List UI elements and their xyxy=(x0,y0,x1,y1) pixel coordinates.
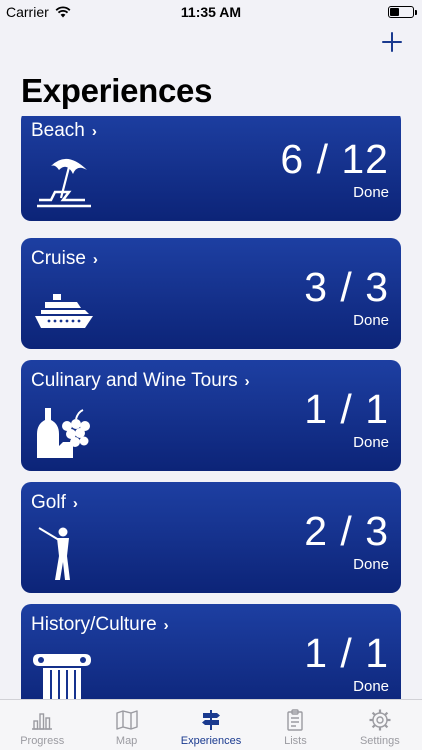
card-title: Cruise › xyxy=(31,248,98,270)
progress-count: 6 / 12 xyxy=(280,136,389,182)
tab-label: Lists xyxy=(284,735,307,747)
progress-count: 3 / 3 xyxy=(304,264,389,310)
battery-icon xyxy=(388,6,417,18)
card-title-label: History/Culture xyxy=(31,614,157,635)
tab-settings[interactable]: Settings xyxy=(338,700,422,750)
cruise-ship-icon xyxy=(35,294,93,328)
status-bar: Carrier 11:35 AM xyxy=(0,0,422,24)
chevron-right-icon: › xyxy=(163,616,169,634)
carrier-label: Carrier xyxy=(6,4,49,20)
signpost-icon xyxy=(202,710,221,730)
card-title: Culinary and Wine Tours › xyxy=(31,370,250,392)
status-label: Done xyxy=(353,184,389,201)
column-icon xyxy=(33,654,91,699)
tab-map[interactable]: Map xyxy=(84,700,168,750)
tab-experiences[interactable]: Experiences xyxy=(169,700,253,750)
golfer-icon xyxy=(38,527,70,580)
experience-card-golf[interactable]: Golf › 2 / 3 Done xyxy=(21,482,401,593)
status-label: Done xyxy=(353,434,389,451)
chevron-right-icon: › xyxy=(92,250,98,268)
gear-icon xyxy=(369,709,391,731)
tab-progress[interactable]: Progress xyxy=(0,700,84,750)
tab-label: Progress xyxy=(20,735,65,747)
chevron-right-icon: › xyxy=(91,122,97,140)
status-label: Done xyxy=(353,678,389,695)
tab-label: Map xyxy=(115,735,138,747)
tab-bar: Progress Map Experiences Lists Settings xyxy=(0,699,422,750)
progress-count: 2 / 3 xyxy=(304,508,389,554)
beach-umbrella-icon xyxy=(37,158,91,208)
status-label: Done xyxy=(353,312,389,329)
chevron-right-icon: › xyxy=(244,372,250,390)
card-title-label: Beach xyxy=(31,120,85,141)
progress-count: 1 / 1 xyxy=(304,630,389,676)
experience-list[interactable]: Beach › 6 / 12 Done Cruise › 3 / 3 Done … xyxy=(0,116,422,699)
experience-card-history[interactable]: History/Culture › 1 / 1 Done xyxy=(21,604,401,699)
card-title: History/Culture › xyxy=(31,614,169,636)
status-label: Done xyxy=(353,556,389,573)
experience-card-culinary[interactable]: Culinary and Wine Tours › 1 / 1 Done xyxy=(21,360,401,471)
experience-card-cruise[interactable]: Cruise › 3 / 3 Done xyxy=(21,238,401,349)
chevron-right-icon: › xyxy=(72,494,78,512)
map-icon xyxy=(115,710,138,730)
card-title: Beach › xyxy=(31,120,97,142)
progress-count: 1 / 1 xyxy=(304,386,389,432)
experience-card-beach[interactable]: Beach › 6 / 12 Done xyxy=(21,116,401,221)
tab-label: Experiences xyxy=(180,735,242,747)
plus-icon[interactable] xyxy=(380,30,404,54)
carrier-group: Carrier xyxy=(6,4,71,20)
page-title: Experiences xyxy=(21,72,213,109)
tab-label: Settings xyxy=(359,735,400,747)
card-title-label: Cruise xyxy=(31,248,86,269)
wifi-icon xyxy=(55,6,71,18)
card-title: Golf › xyxy=(31,492,78,514)
wine-grapes-icon xyxy=(37,408,90,458)
card-title-label: Golf xyxy=(31,492,66,513)
card-title-label: Culinary and Wine Tours xyxy=(31,370,238,391)
bar-chart-icon xyxy=(32,713,53,730)
clipboard-icon xyxy=(287,709,304,731)
tab-lists[interactable]: Lists xyxy=(253,700,337,750)
